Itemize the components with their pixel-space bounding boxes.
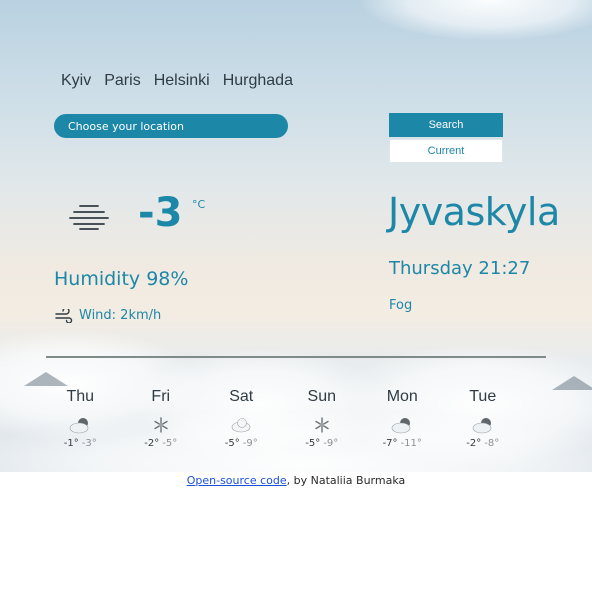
fog-icon <box>69 205 109 230</box>
forecast-day-name: Fri <box>151 388 171 405</box>
forecast-max-temp: -2° <box>466 438 482 449</box>
forecast-day: Sun -5° -9° <box>282 388 363 449</box>
section-divider <box>46 356 546 358</box>
forecast-day: Mon -7° -11° <box>362 388 443 449</box>
forecast-day-name: Sun <box>307 388 336 405</box>
forecast-day: Sat -5° -9° <box>201 388 282 449</box>
wind-speed: Wind: 2km/h <box>79 308 162 323</box>
current-location-button[interactable]: Current <box>389 139 503 163</box>
forecast-day: Tue -2° -8° <box>443 388 524 449</box>
forecast-max-temp: -5° <box>224 438 240 449</box>
forecast-min-temp: -5° <box>162 438 178 449</box>
forecast-day: Fri -2° -5° <box>121 388 202 449</box>
cloud-icon <box>391 418 411 434</box>
forecast-day-name: Tue <box>469 388 497 405</box>
humidity-label: Humidity 98% <box>54 268 189 290</box>
forecast-min-temp: -9° <box>323 438 339 449</box>
forecast-min-temp: -8° <box>484 438 500 449</box>
weather-condition: Fog <box>389 298 413 313</box>
forecast-max-temp: -7° <box>382 438 398 449</box>
city-shortcuts: Kyiv Paris Helsinki Hurghada <box>61 72 293 90</box>
forecast-max-temp: -5° <box>305 438 321 449</box>
city-name: Jyvaskyla <box>388 190 560 234</box>
search-button[interactable]: Search <box>389 113 503 137</box>
weather-app: Kyiv Paris Helsinki Hurghada Search Curr… <box>0 0 592 472</box>
author-credit: , by Nataliia Burmaka <box>286 474 406 487</box>
forecast-day-name: Thu <box>66 388 95 405</box>
forecast-min-temp: -9° <box>242 438 258 449</box>
cloud-icon <box>69 418 89 434</box>
background-cloud <box>360 0 592 40</box>
wind-icon <box>55 308 73 323</box>
footer: Open-source code, by Nataliia Burmaka <box>0 474 592 487</box>
location-search-input[interactable] <box>54 114 288 138</box>
wind-info: Wind: 2km/h <box>55 308 161 323</box>
forecast-min-temp: -11° <box>400 438 422 449</box>
forecast-min-temp: -3° <box>81 438 97 449</box>
forecast-row: Thu -1° -3° Fri -2° -5° Sat -5° -9° Sun … <box>40 388 570 449</box>
forecast-day-name: Sat <box>229 388 254 405</box>
forecast-day-name: Mon <box>386 388 418 405</box>
current-temperature: -3 <box>138 190 183 236</box>
mountain-peak <box>24 372 68 386</box>
forecast-max-temp: -2° <box>144 438 160 449</box>
date-time: Thursday 21:27 <box>389 258 531 279</box>
city-link-paris[interactable]: Paris <box>104 72 140 90</box>
city-link-hurghada[interactable]: Hurghada <box>223 72 293 90</box>
cloud-icon <box>231 418 251 433</box>
open-source-link[interactable]: Open-source code <box>187 474 287 487</box>
forecast-max-temp: -1° <box>63 438 79 449</box>
cloud-icon <box>472 418 492 434</box>
temperature-unit[interactable]: °C <box>192 198 205 211</box>
snowflake-icon <box>315 417 329 433</box>
city-link-helsinki[interactable]: Helsinki <box>154 72 210 90</box>
forecast-day: Thu -1° -3° <box>40 388 121 449</box>
snowflake-icon <box>154 417 168 433</box>
city-link-kyiv[interactable]: Kyiv <box>61 72 91 90</box>
